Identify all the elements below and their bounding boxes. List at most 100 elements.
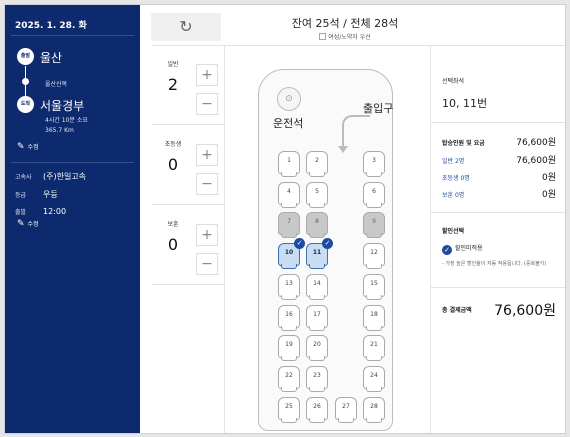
count-label: 일반	[167, 61, 179, 68]
seat-number: 1	[287, 157, 291, 164]
edit-label: 수정	[27, 221, 39, 228]
seat-number: 14	[313, 279, 321, 287]
driver-seat-label: 운전석	[273, 117, 304, 130]
seat-number: 18	[370, 310, 378, 318]
seat-number: 23	[313, 371, 321, 379]
increment-button[interactable]: +	[196, 144, 218, 166]
seat[interactable]: 22	[278, 365, 300, 392]
trip-distance: 365.7 Km	[45, 127, 74, 134]
seat-number: 2	[315, 157, 319, 164]
selected-seat-label: 선택좌석	[442, 78, 465, 85]
seat[interactable]: 6	[363, 181, 385, 208]
seat-sold: 9	[363, 212, 385, 239]
seat-number: 9	[372, 218, 376, 226]
seat-number: 20	[313, 341, 321, 349]
seat[interactable]: 4	[278, 181, 300, 208]
seat-number: 25	[285, 402, 293, 410]
seat[interactable]: 14	[306, 273, 328, 300]
decrement-button[interactable]: −	[196, 253, 218, 275]
priority-seat-swatch	[319, 33, 327, 40]
seat[interactable]: 15	[363, 273, 385, 300]
fare-row-label: 초등생 0명	[442, 175, 470, 182]
door-arrow-icon	[338, 115, 370, 153]
fare-row-value: 76,600원	[516, 156, 556, 166]
count-block-veteran: 보훈 0 + −	[152, 205, 224, 285]
count-value: 0	[167, 155, 179, 174]
seat-number: 3	[372, 157, 376, 164]
seat-number: 28	[370, 402, 378, 410]
seat[interactable]: 25	[278, 396, 300, 423]
seat[interactable]: 3	[363, 151, 385, 177]
seat-selected[interactable]: 10 ✓	[278, 238, 305, 270]
seat[interactable]: 5	[306, 181, 328, 208]
count-value: 2	[167, 75, 179, 94]
fare-row-value: 0원	[541, 173, 556, 183]
seat[interactable]: 18	[363, 304, 385, 331]
priority-seat-legend: 여성/노약자 우선	[235, 32, 455, 41]
seat-number: 11	[312, 249, 322, 257]
seat-number: 27	[342, 402, 350, 410]
seat-number: 10	[284, 249, 294, 257]
fare-row-value: 0원	[541, 190, 556, 200]
seat-number: 24	[370, 371, 378, 379]
via-dot	[22, 78, 29, 85]
seat-number: 16	[285, 310, 293, 318]
depart-badge: 출발	[17, 48, 34, 65]
refresh-icon: ↻	[179, 17, 193, 36]
seat[interactable]: 13	[278, 273, 300, 300]
seat[interactable]: 21	[363, 335, 385, 362]
edit-route-link[interactable]: ✎ 수정	[17, 142, 39, 152]
seat-number: 12	[370, 249, 378, 257]
seat[interactable]: 20	[306, 335, 328, 362]
seat[interactable]: 1	[278, 151, 300, 177]
edit-label: 수정	[27, 144, 39, 151]
time-row: 출발 12:00	[15, 207, 67, 216]
seat-sold: 8	[306, 212, 328, 239]
seat[interactable]: 12	[363, 243, 385, 270]
seat-sold: 7	[278, 212, 300, 239]
seat-number: 19	[285, 341, 293, 349]
count-value: 0	[167, 235, 179, 254]
count-block-general: 일반 2 + −	[152, 45, 224, 125]
booking-window: 2025. 1. 28. 화 출발 울산 울산신복 도착 서울경부 4시간 10…	[4, 4, 566, 434]
door-label: 출입구	[363, 102, 394, 115]
discount-option[interactable]: ✓ 할인미적용	[442, 243, 483, 255]
decrement-button[interactable]: −	[196, 93, 218, 115]
trip-duration: 4시간 10분 소요	[45, 117, 88, 124]
seat-number: 4	[287, 187, 291, 195]
seat[interactable]: 27	[335, 396, 357, 423]
seat-number: 21	[370, 341, 378, 349]
pencil-icon: ✎	[17, 219, 25, 229]
seat-number: 26	[313, 402, 321, 410]
divider	[431, 122, 565, 123]
seat-selected[interactable]: 11 ✓	[306, 238, 333, 270]
discount-note: - 가장 높은 할인율이 자동 적용됩니다. (중복불가)	[442, 261, 547, 267]
increment-button[interactable]: +	[196, 224, 218, 246]
fare-row-label: 일반 2명	[442, 158, 465, 165]
seat[interactable]: 23	[306, 365, 328, 392]
seat[interactable]: 26	[306, 396, 328, 423]
seat-number: 8	[315, 218, 319, 226]
seat[interactable]: 19	[278, 335, 300, 362]
refresh-button[interactable]: ↻	[151, 13, 221, 41]
decrement-button[interactable]: −	[196, 173, 218, 195]
count-label: 보훈	[167, 221, 179, 228]
divider	[431, 287, 565, 288]
selected-seat-value: 10, 11번	[442, 97, 488, 110]
steering-wheel-icon: ⊙	[277, 87, 301, 111]
seat-number: 13	[285, 279, 293, 287]
seat-number: 22	[285, 371, 293, 379]
seat[interactable]: 24	[363, 365, 385, 392]
fare-row-label: 보훈 0명	[442, 192, 465, 199]
fare-total-value: 76,600원	[516, 138, 556, 148]
pencil-icon: ✎	[17, 142, 25, 152]
seat[interactable]: 2	[306, 151, 328, 177]
fare-summary-panel: 선택좌석 10, 11번 탑승인원 및 요금 76,600원 일반 2명 76,…	[430, 45, 565, 433]
seat[interactable]: 17	[306, 304, 328, 331]
increment-button[interactable]: +	[196, 64, 218, 86]
seat[interactable]: 28	[363, 396, 385, 423]
edit-schedule-link[interactable]: ✎ 수정	[17, 219, 39, 229]
discount-title: 할인선택	[442, 228, 465, 235]
seat[interactable]: 16	[278, 304, 300, 331]
seat-number: 7	[287, 218, 291, 226]
